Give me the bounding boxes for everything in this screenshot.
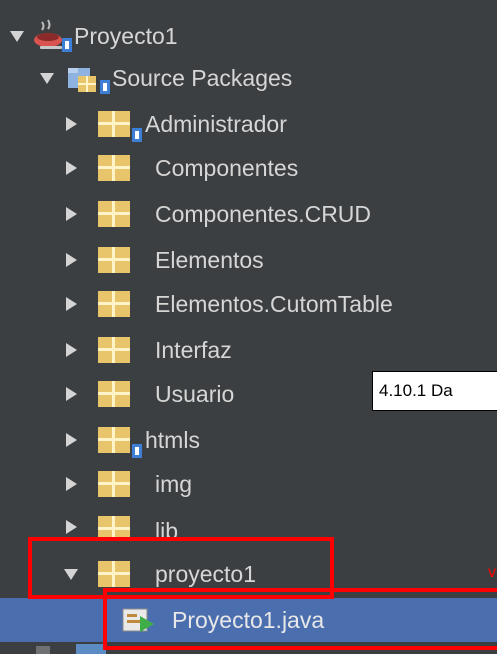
tree-node-package[interactable]: htmls bbox=[0, 418, 497, 462]
collapse-arrow-icon[interactable] bbox=[66, 343, 77, 357]
package-icon bbox=[98, 247, 130, 273]
expand-arrow-icon[interactable] bbox=[10, 31, 24, 42]
collapse-arrow-icon[interactable] bbox=[66, 253, 77, 267]
collapse-arrow-icon[interactable] bbox=[66, 117, 77, 131]
highlight-box-file bbox=[103, 588, 497, 650]
source-folder-icon bbox=[68, 68, 96, 92]
package-icon bbox=[98, 381, 130, 407]
document-note: 4.10.1 Da bbox=[372, 371, 497, 411]
package-label: lib bbox=[155, 518, 179, 538]
library-badge-icon bbox=[62, 38, 72, 52]
tree-node-package[interactable]: img bbox=[0, 462, 497, 506]
library-badge-icon bbox=[132, 128, 142, 142]
tree-node-source-packages[interactable]: Source Packages bbox=[0, 56, 497, 100]
partial-folder-icon bbox=[76, 644, 106, 654]
tree-node-package[interactable]: Elementos bbox=[0, 238, 497, 282]
package-label: Elementos bbox=[155, 247, 264, 273]
package-label: Componentes bbox=[155, 155, 299, 181]
collapse-arrow-icon[interactable] bbox=[66, 161, 77, 175]
collapse-arrow-icon[interactable] bbox=[66, 433, 77, 447]
package-label: Administrador bbox=[145, 111, 287, 137]
library-badge-icon bbox=[132, 444, 142, 458]
source-packages-label: Source Packages bbox=[112, 65, 293, 91]
tree-node-package[interactable]: Elementos.CutomTable bbox=[0, 282, 497, 326]
partial-node-icon bbox=[36, 646, 50, 654]
collapse-arrow-icon[interactable] bbox=[66, 207, 77, 221]
collapse-arrow-icon[interactable] bbox=[66, 387, 77, 401]
project-label: Proyecto1 bbox=[74, 23, 178, 49]
tree-node-package[interactable]: Administrador bbox=[0, 102, 497, 146]
package-icon bbox=[98, 471, 130, 497]
package-icon bbox=[98, 337, 130, 363]
collapse-arrow-icon[interactable] bbox=[66, 477, 77, 491]
tree-node-project[interactable]: Proyecto1 bbox=[0, 14, 497, 58]
library-badge-icon bbox=[100, 80, 110, 94]
package-icon bbox=[98, 291, 130, 317]
collapse-arrow-icon[interactable] bbox=[66, 297, 77, 311]
package-label: Componentes.CRUD bbox=[155, 201, 372, 227]
package-label: img bbox=[155, 471, 193, 497]
red-annotation-mark: v bbox=[488, 564, 496, 581]
package-icon bbox=[98, 155, 130, 181]
package-icon bbox=[98, 111, 130, 137]
package-label: Interfaz bbox=[155, 337, 232, 363]
package-label: Elementos.CutomTable bbox=[155, 291, 393, 317]
tree-node-package[interactable]: lib bbox=[0, 502, 497, 538]
tree-node-package[interactable]: Componentes bbox=[0, 146, 497, 190]
collapse-arrow-icon[interactable] bbox=[66, 520, 77, 534]
package-icon bbox=[98, 427, 130, 453]
package-icon bbox=[98, 516, 130, 538]
package-label: Usuario bbox=[155, 381, 235, 407]
package-label: htmls bbox=[145, 427, 200, 453]
tree-node-package[interactable]: Interfaz bbox=[0, 328, 497, 372]
expand-arrow-icon[interactable] bbox=[40, 73, 54, 84]
package-icon bbox=[98, 201, 130, 227]
tree-node-package[interactable]: Componentes.CRUD bbox=[0, 192, 497, 236]
